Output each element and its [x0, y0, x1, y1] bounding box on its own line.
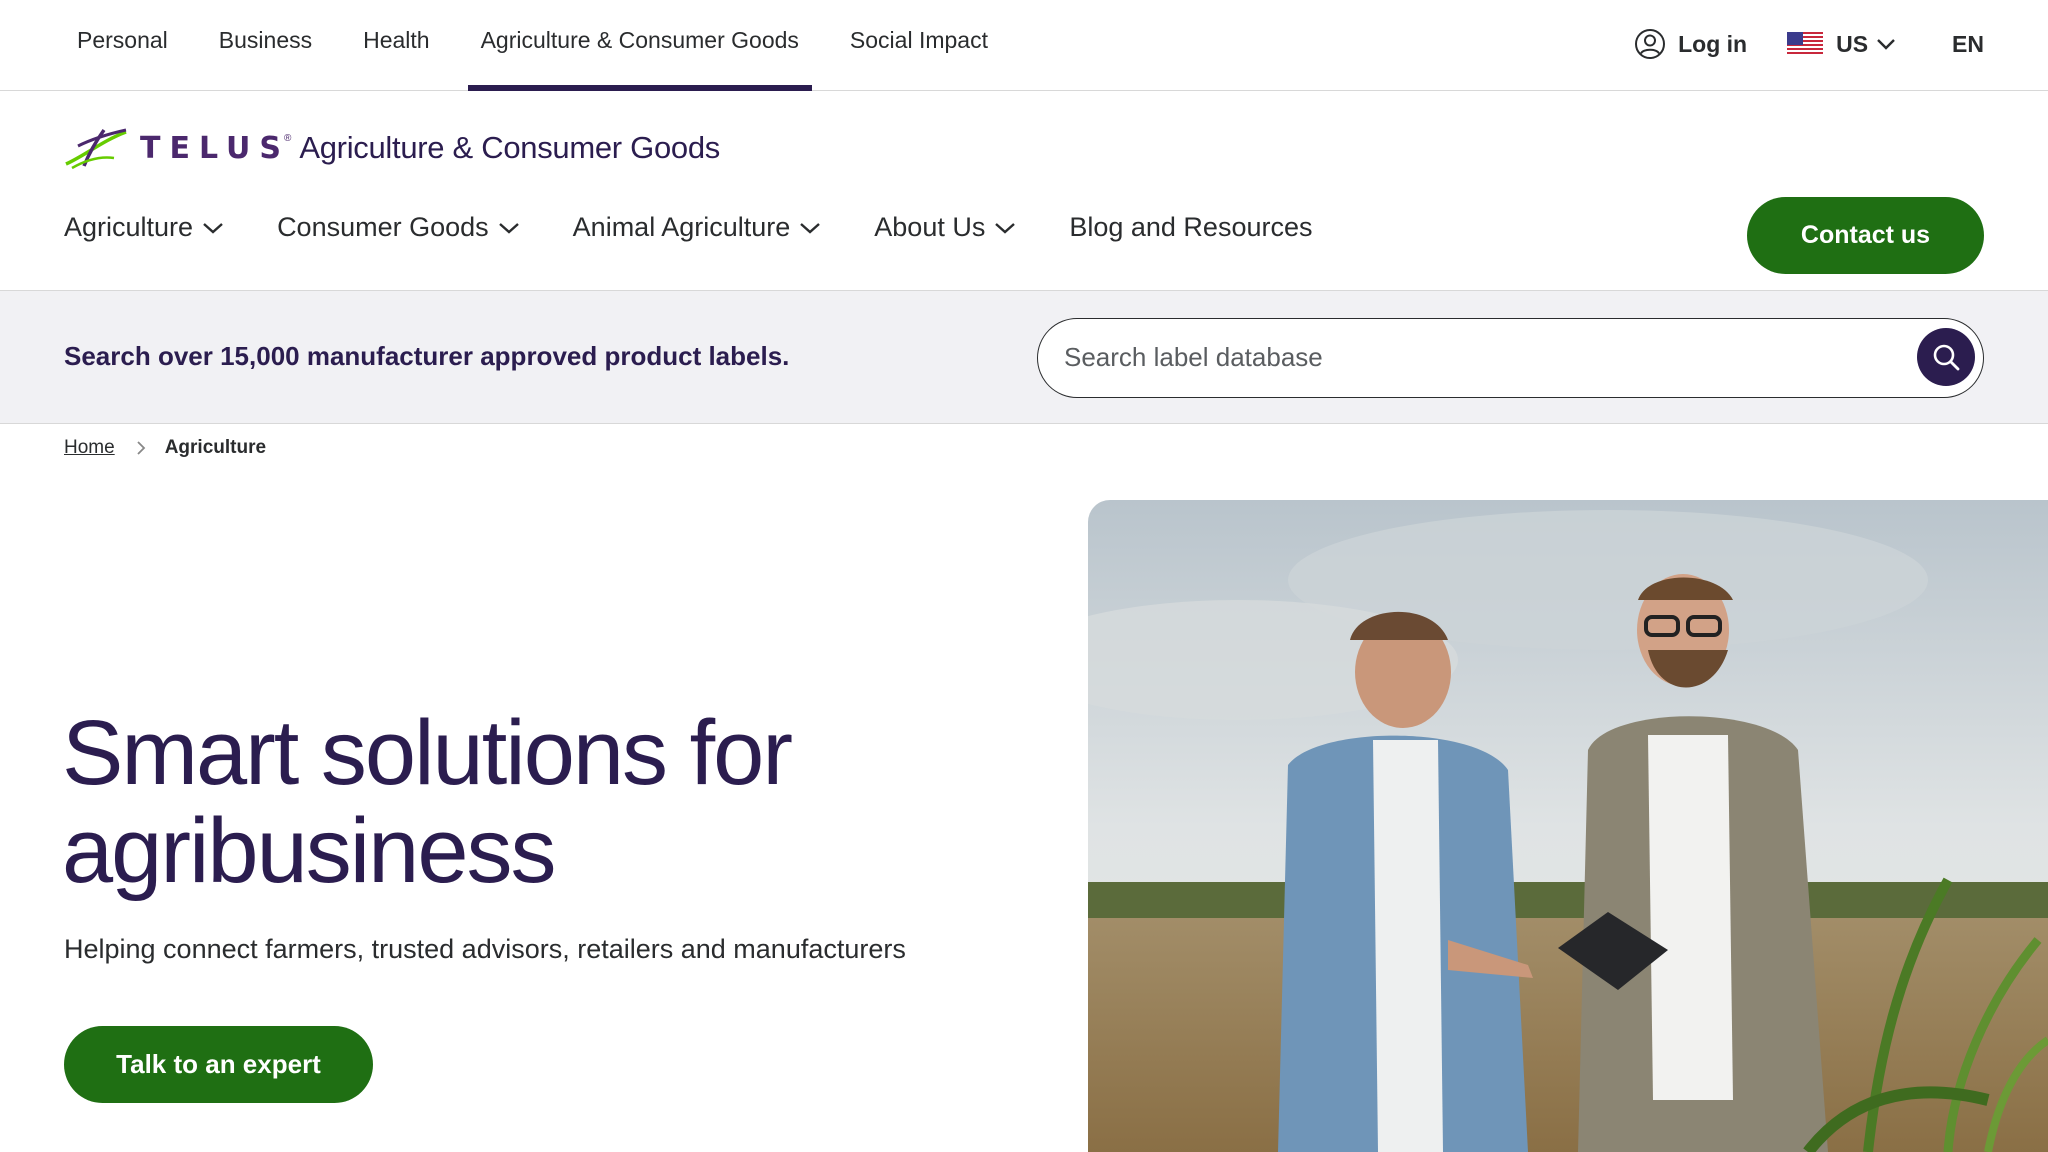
user-circle-icon	[1635, 29, 1666, 59]
region-label: US	[1836, 30, 1869, 57]
login-link[interactable]: Log in	[1634, 28, 1747, 60]
main-nav: Agriculture Consumer Goods Animal Agricu…	[64, 212, 1366, 243]
farmers-in-field-illustration	[1088, 500, 2048, 1152]
chevron-down-icon	[203, 222, 223, 234]
talk-to-expert-button[interactable]: Talk to an expert	[64, 1026, 373, 1103]
utility-bar: Personal Business Health Agriculture & C…	[0, 0, 2048, 91]
segment-nav: Personal Business Health Agriculture & C…	[64, 0, 1026, 91]
chevron-down-icon	[995, 222, 1016, 234]
breadcrumb: Home Agriculture	[64, 437, 266, 459]
hero-photo	[1088, 500, 2048, 1152]
hero-subtitle: Helping connect farmers, trusted advisor…	[64, 934, 906, 964]
nav-blog-and-resources[interactable]: Blog and Resources	[1069, 212, 1312, 243]
label-search-strip: Search over 15,000 manufacturer approved…	[0, 290, 2048, 424]
us-flag-icon	[1787, 32, 1824, 56]
segment-tab-agriculture-consumer-goods[interactable]: Agriculture & Consumer Goods	[467, 0, 813, 91]
trademark-symbol: ®	[283, 132, 292, 144]
breadcrumb-home-link[interactable]: Home	[64, 437, 115, 459]
brand-wordmark: TELUS	[140, 130, 290, 166]
region-selector[interactable]: US	[1787, 31, 1896, 58]
brand-logo[interactable]: TELUS ® Agriculture & Consumer Goods	[64, 126, 720, 170]
nav-label: Agriculture	[64, 212, 194, 242]
nav-about-us[interactable]: About Us	[874, 212, 1016, 243]
nav-label: About Us	[874, 212, 986, 242]
nav-label: Blog and Resources	[1069, 212, 1313, 242]
login-label: Log in	[1678, 30, 1748, 57]
account-controls: Log in US EN	[1634, 28, 1984, 60]
search-prompt: Search over 15,000 manufacturer approved…	[64, 341, 790, 371]
segment-tab-health[interactable]: Health	[350, 0, 442, 90]
language-toggle[interactable]: EN	[1952, 31, 1984, 58]
search-input[interactable]	[1064, 319, 1884, 396]
chevron-down-icon	[498, 222, 519, 234]
telus-logo-icon	[65, 128, 127, 170]
search-button[interactable]	[1917, 328, 1975, 386]
segment-tab-social-impact[interactable]: Social Impact	[837, 0, 1001, 90]
hero-title-line-2: agribusiness	[62, 800, 557, 902]
search-box	[1037, 318, 1984, 398]
breadcrumb-current: Agriculture	[164, 437, 267, 458]
nav-animal-agriculture[interactable]: Animal Agriculture	[573, 212, 822, 243]
segment-tab-business[interactable]: Business	[206, 0, 325, 90]
contact-us-button[interactable]: Contact us	[1747, 197, 1984, 274]
search-icon	[1933, 344, 1960, 371]
nav-consumer-goods[interactable]: Consumer Goods	[277, 212, 520, 243]
hero-title: Smart solutions for agribusiness	[62, 704, 962, 900]
brand-subtitle: Agriculture & Consumer Goods	[299, 130, 720, 165]
nav-agriculture[interactable]: Agriculture	[64, 212, 224, 243]
chevron-down-icon	[800, 222, 821, 234]
chevron-right-icon	[135, 440, 147, 456]
segment-tab-personal[interactable]: Personal	[64, 0, 181, 90]
nav-label: Animal Agriculture	[572, 212, 791, 242]
hero-title-line-1: Smart solutions for	[62, 702, 793, 804]
chevron-down-icon	[1877, 39, 1895, 50]
nav-label: Consumer Goods	[277, 212, 489, 242]
